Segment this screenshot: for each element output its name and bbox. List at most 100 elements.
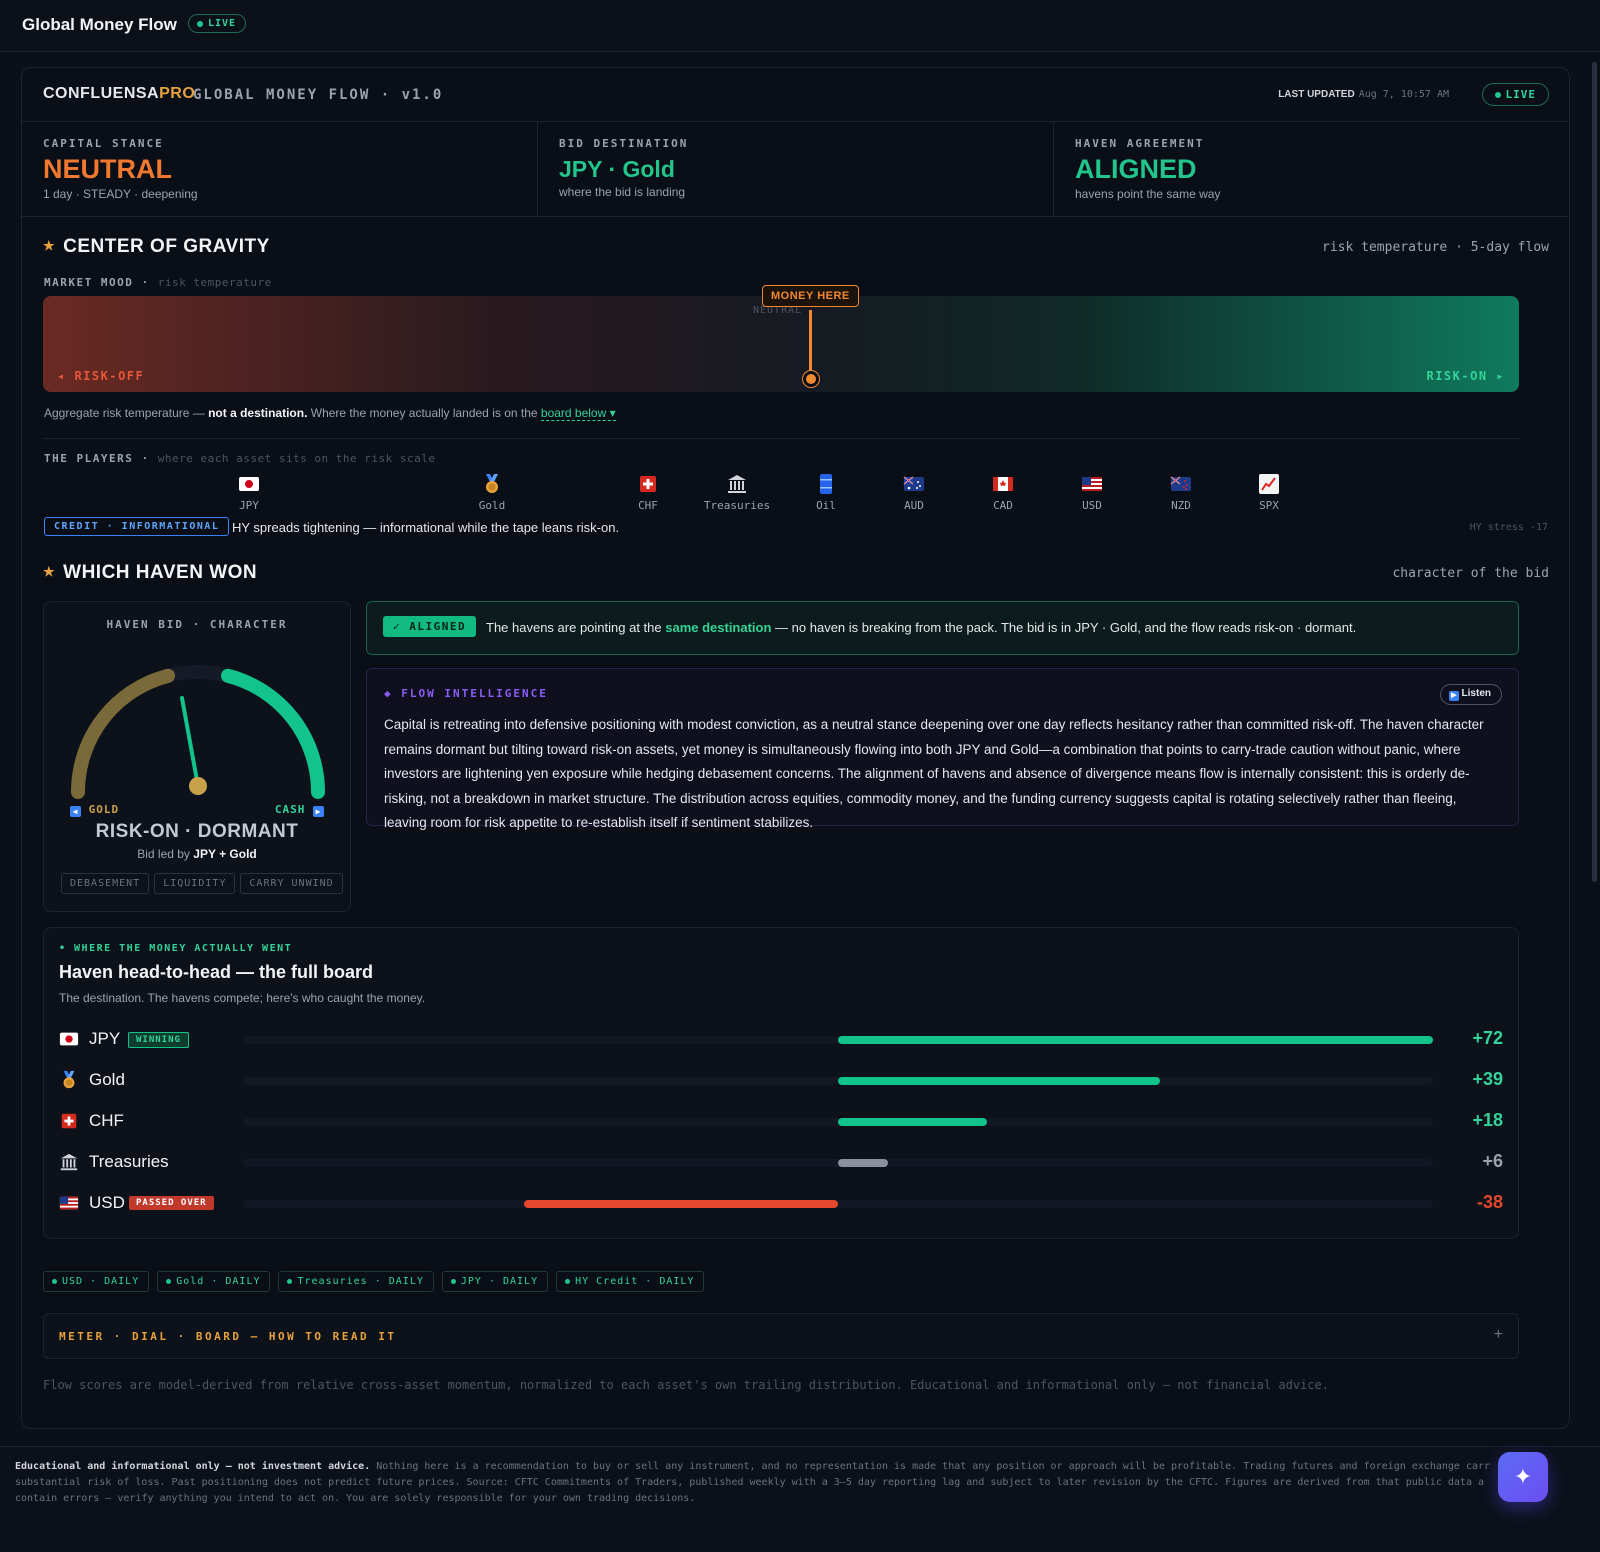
chip-carry-unwind: CARRY UNWIND: [240, 873, 343, 894]
aligned-text: The havens are pointing at the same dest…: [486, 620, 1356, 635]
section-which-haven-won: ★ WHICH HAVEN WON: [43, 562, 257, 584]
flow-intel-body: Capital is retreating into defensive pos…: [384, 717, 1484, 830]
stat-label: CAPITAL STANCE: [43, 137, 164, 150]
feed-hy-credit: HY Credit · DAILY: [556, 1271, 705, 1292]
scrollbar-thumb[interactable]: [1592, 62, 1597, 882]
risk-on-label: RISK-ON ▸: [1426, 369, 1505, 383]
haven-dial-gauge: [71, 665, 325, 799]
dial-header: HAVEN BID · CHARACTER: [106, 618, 288, 631]
jp-flag-icon: [239, 477, 259, 491]
board-below-link[interactable]: board below ▾: [540, 406, 616, 421]
hy-stress: HY stress -17: [1469, 522, 1548, 533]
feed-label: JPY · DAILY: [460, 1276, 539, 1287]
meter-needle: [809, 310, 813, 376]
players-title: THE PLAYERS: [44, 452, 134, 465]
bar-fill: [838, 1036, 1433, 1044]
live-badge: LIVE: [188, 14, 247, 33]
brand-subtitle: GLOBAL MONEY FLOW · v1.0: [193, 87, 444, 103]
stat-value: NEUTRAL: [43, 154, 172, 184]
star-icon: ★: [43, 238, 56, 253]
feed-usd: USD · DAILY: [43, 1271, 150, 1292]
player-spx: SPX: [1229, 473, 1309, 512]
player-name: Gold: [478, 499, 506, 512]
divider: [43, 438, 1519, 439]
player-name: CHF: [638, 499, 658, 512]
row-value: +6: [1482, 1151, 1503, 1171]
footer-text: Educational and informational only — not…: [15, 1459, 1515, 1507]
bank-icon: [60, 1153, 78, 1171]
sparkle-icon[interactable]: ✦: [1498, 1452, 1548, 1502]
ch-flag-icon: [61, 1113, 77, 1129]
aligned-tag: ✓ ALIGNED: [383, 616, 477, 637]
gold-medal-icon: [486, 474, 498, 493]
feed-dot-icon: [287, 1279, 293, 1284]
feed-dot-icon: [450, 1279, 456, 1284]
listen-button[interactable]: ▶ Listen: [1439, 684, 1502, 705]
bar-fill: [838, 1077, 1161, 1085]
haven-caption: character of the bid: [1392, 566, 1549, 581]
last-updated: LAST UPDATED Aug 7, 10:57 AM: [1278, 89, 1449, 100]
section-title: WHICH HAVEN WON: [63, 562, 258, 583]
left-arrow-icon: ◀: [70, 806, 81, 817]
aggregate-note: Aggregate risk temperature — not a desti…: [44, 406, 616, 421]
board-subtitle: The destination. The havens compete; her…: [59, 991, 426, 1005]
footer-line-2: substantial risk of loss. Past positioni…: [15, 1477, 1485, 1488]
player-name: SPX: [1259, 499, 1279, 512]
expand-icon[interactable]: +: [1494, 1326, 1503, 1344]
feed-label: USD · DAILY: [62, 1276, 140, 1287]
mood-dim: risk temperature: [157, 276, 272, 289]
row-value: +39: [1472, 1069, 1503, 1089]
bar-track: [243, 1159, 1433, 1167]
led-pre: Bid led by: [137, 847, 194, 861]
passed-over-badge: PASSED OVER: [129, 1196, 214, 1210]
player-nzd: NZD: [1141, 473, 1221, 512]
row-name: Treasuries: [89, 1152, 169, 1171]
au-flag-icon: [903, 476, 924, 491]
player-name: AUD: [904, 499, 924, 512]
how-to-read-accordion[interactable]: METER · DIAL · BOARD — HOW TO READ IT +: [43, 1313, 1519, 1359]
player-name: USD: [1082, 499, 1102, 512]
scrollbar[interactable]: [1590, 52, 1600, 1447]
players-label: THE PLAYERS · where each asset sits on t…: [44, 452, 436, 465]
brand-pro: PRO: [159, 85, 196, 102]
player-name: Oil: [816, 499, 836, 512]
row-value: -38: [1476, 1192, 1503, 1212]
players-dim: where each asset sits on the risk scale: [157, 452, 436, 465]
feed-dot-icon: [565, 1279, 571, 1284]
player-gold: Gold: [452, 473, 532, 512]
player-oil: Oil: [786, 473, 866, 512]
bar-fill: [838, 1159, 888, 1167]
board-row-chf: CHF +18: [59, 1106, 1503, 1136]
board-row-jpy: JPY WINNING +72: [59, 1024, 1503, 1054]
bar-fill: [838, 1118, 987, 1126]
nz-flag-icon: [1170, 476, 1191, 491]
listen-label: Listen: [1461, 688, 1491, 699]
board-title: Haven head-to-head — the full board: [59, 962, 374, 982]
agg-pre: Aggregate risk temperature —: [44, 406, 209, 420]
stat-label: HAVEN AGREEMENT: [1075, 137, 1205, 150]
jp-flag-icon: [59, 1032, 79, 1046]
board-row-usd: USD PASSED OVER -38: [59, 1188, 1503, 1218]
how-to-title: METER · DIAL · BOARD — HOW TO READ IT: [59, 1330, 397, 1343]
footer-bold: Educational and informational only — not…: [15, 1461, 371, 1472]
row-name: USD: [89, 1193, 125, 1212]
feed-dot-icon: [166, 1279, 172, 1284]
header-live-badge: LIVE: [1481, 83, 1549, 106]
section-center-of-gravity: ★ CENTER OF GRAVITY: [43, 236, 270, 258]
app-top-bar: Global Money Flow LIVE: [0, 0, 1600, 52]
agg-bold: not a destination.: [208, 406, 308, 420]
player-jpy: JPY: [209, 473, 289, 512]
board-kicker: • WHERE THE MONEY ACTUALLY WENT: [59, 943, 293, 954]
right-arrow-icon: ▶: [313, 806, 324, 817]
player-aud: AUD: [874, 473, 954, 512]
bank-icon: [728, 475, 746, 493]
dial-needle: [180, 696, 200, 788]
dial-led-by: Bid led by JPY + Gold: [44, 847, 350, 861]
gold-medal-icon: [63, 1070, 75, 1089]
stat-bid-destination: BID DESTINATION JPY · Gold where the bid…: [538, 122, 1054, 216]
star-icon: ★: [43, 564, 56, 579]
last-updated-value: Aug 7, 10:57 AM: [1358, 89, 1449, 100]
market-mood-label: MARKET MOOD · risk temperature: [44, 276, 272, 289]
haven-board: • WHERE THE MONEY ACTUALLY WENT Haven he…: [43, 927, 1519, 1239]
player-name: JPY: [239, 499, 259, 512]
